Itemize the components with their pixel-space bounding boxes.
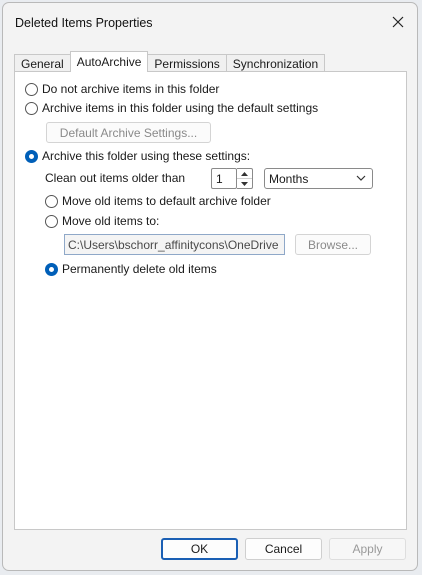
radio-permanently-delete[interactable]: Permanently delete old items [45,262,217,276]
window-title: Deleted Items Properties [15,16,153,30]
cancel-button[interactable]: Cancel [245,538,322,560]
clean-out-spinner[interactable] [237,168,253,189]
close-icon [392,16,404,28]
chevron-down-icon [241,181,248,186]
radio-button[interactable] [45,194,58,208]
default-archive-settings-button[interactable]: Default Archive Settings... [46,122,211,143]
spin-up-button[interactable] [237,169,252,179]
clean-out-value-input[interactable]: 1 [211,168,237,189]
tab-strip: General AutoArchive Permissions Synchron… [14,51,326,72]
clean-out-label: Clean out items older than [45,171,186,185]
chevron-up-icon [241,171,248,176]
tab-permissions[interactable]: Permissions [147,54,227,72]
radio-label: Archive this folder using these settings… [42,149,251,163]
radio-do-not-archive[interactable]: Do not archive items in this folder [25,82,219,96]
spin-down-button[interactable] [237,179,252,188]
tab-autoarchive[interactable]: AutoArchive [69,51,149,72]
title-bar: Deleted Items Properties [3,3,417,41]
ok-button[interactable]: OK [161,538,238,560]
tab-general[interactable]: General [14,54,71,72]
close-button[interactable] [385,9,411,35]
radio-label: Archive items in this folder using the d… [42,101,319,115]
radio-label: Permanently delete old items [62,262,217,276]
radio-move-to[interactable]: Move old items to: [45,214,159,228]
radio-label: Move old items to default archive folder [62,194,271,208]
radio-move-default[interactable]: Move old items to default archive folder [45,194,271,208]
apply-button[interactable]: Apply [329,538,406,560]
radio-button[interactable] [45,214,58,228]
tab-synchronization[interactable]: Synchronization [225,54,326,72]
radio-button-selected[interactable] [25,149,38,163]
radio-button[interactable] [25,101,38,115]
radio-button-selected[interactable] [45,262,58,276]
move-to-path-input[interactable]: C:\Users\bschorr_affinitycons\OneDrive [64,234,285,255]
radio-label: Move old items to: [62,214,160,228]
browse-button[interactable]: Browse... [295,234,371,255]
autoarchive-panel: Do not archive items in this folder Arch… [14,71,407,530]
radio-these-settings[interactable]: Archive this folder using these settings… [25,149,250,163]
radio-default-settings[interactable]: Archive items in this folder using the d… [25,101,318,115]
radio-button[interactable] [25,82,38,96]
properties-dialog: Deleted Items Properties General AutoArc… [2,2,418,571]
clean-out-unit-select[interactable]: Months [264,168,373,189]
chevron-down-icon [356,175,366,181]
radio-label: Do not archive items in this folder [42,82,220,96]
